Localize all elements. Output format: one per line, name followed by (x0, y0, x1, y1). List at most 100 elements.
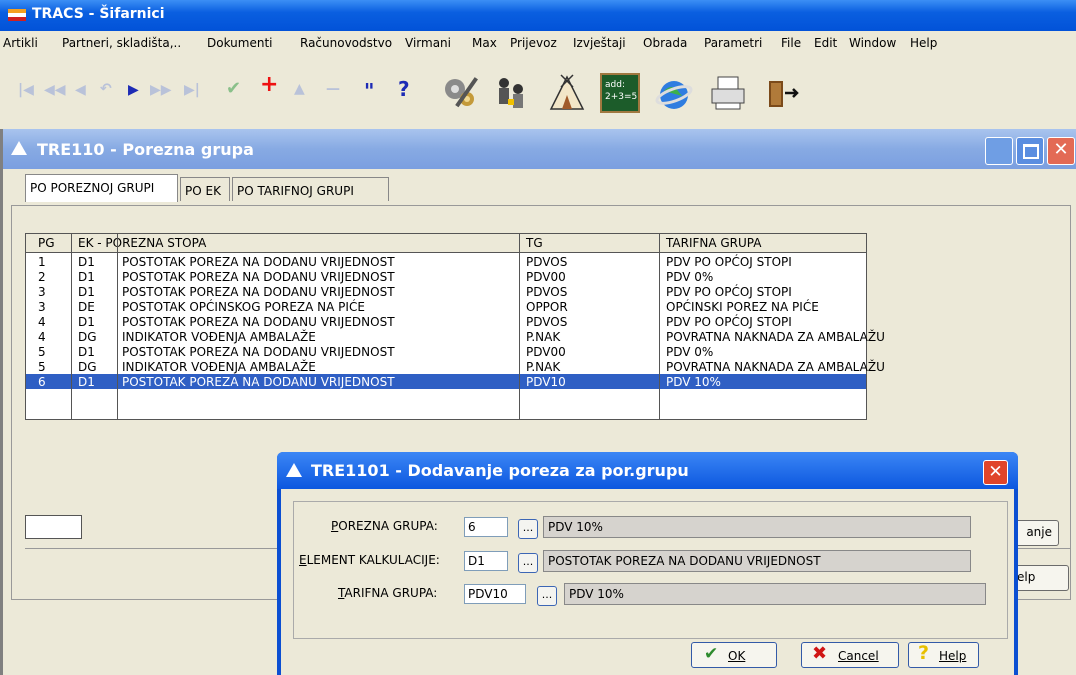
dialog-title: TRE1101 - Dodavanje poreza za por.grupu (311, 461, 689, 480)
menu-partneri[interactable]: Partneri, skladišta,.. (62, 36, 181, 50)
cell-tg: OPPOR (526, 300, 568, 314)
menu-dokumenti[interactable]: Dokumenti (207, 36, 272, 50)
porezna-grupa-desc: PDV 10% (543, 516, 971, 538)
cell-tg: PDVOS (526, 285, 568, 299)
cell-pg: 4 (38, 315, 46, 329)
element-kalkulacije-input[interactable]: D1 (464, 551, 508, 571)
menu-artikli[interactable]: Artikli (3, 36, 38, 50)
tab-po-ek[interactable]: PO EK (180, 177, 230, 201)
cell-tg: P.NAK (526, 330, 561, 344)
cell-stopa: POSTOTAK POREZA NA DODANU VRIJEDNOST (122, 375, 395, 389)
cell-tarifa: PDV PO OPĆOJ STOPI (666, 285, 792, 299)
table-row[interactable]: 4 DG INDIKATOR VOĐENJA AMBALAŽE P.NAK POVRAT… (26, 329, 885, 344)
quote-icon[interactable]: " (364, 79, 374, 103)
last-record-icon[interactable]: ▶| (184, 82, 200, 98)
col-header-ek[interactable]: EK - POREZNA STOPA (78, 236, 206, 250)
element-kalkulacije-browse-button[interactable]: ... (518, 553, 538, 573)
minimize-button[interactable] (985, 137, 1013, 165)
dialog-delta-icon (286, 463, 302, 477)
cell-pg: 2 (38, 270, 46, 284)
page-forward-icon[interactable]: ▶▶ (150, 82, 172, 98)
insert-above-icon[interactable]: ▲ (294, 81, 305, 97)
tab-po-tarifnoj-grupi[interactable]: PO TARIFNOJ GRUPI (232, 177, 389, 201)
ok-label: OK (728, 649, 746, 663)
menu-parametri[interactable]: Parametri (704, 36, 762, 50)
menu-edit[interactable]: Edit (814, 36, 837, 50)
maximize-button[interactable] (1016, 137, 1044, 165)
cell-stopa: POSTOTAK POREZA NA DODANU VRIJEDNOST (122, 285, 395, 299)
prev-record-icon[interactable]: ◀ (75, 82, 86, 98)
table-row[interactable]: 3 D1 POSTOTAK POREZA NA DODANU VRIJEDNOST P… (26, 284, 866, 299)
col-divider (519, 234, 520, 419)
globe-icon[interactable] (654, 73, 694, 113)
menu-file[interactable]: File (781, 36, 801, 50)
confirm-icon[interactable]: ✔ (226, 78, 241, 99)
app-title: TRACS - Šifarnici (32, 6, 165, 22)
cancel-button[interactable]: ✖ Cancel (801, 642, 899, 668)
menu-bar: Artikli Partneri, skladišta,.. Dokumenti… (0, 31, 1076, 55)
settings-gears-icon[interactable] (440, 73, 480, 113)
help-question-icon: ? (918, 642, 930, 664)
delete-row-icon[interactable]: — (326, 81, 340, 97)
window-titlebar: TRE110 - Porezna grupa ✕ (3, 129, 1076, 169)
close-icon[interactable]: ✕ (1047, 137, 1075, 165)
table-row[interactable]: 5 DG INDIKATOR VOĐENJA AMBALAŽE P.NAK POVRAT… (26, 359, 885, 374)
cell-tarifa: PDV 0% (666, 345, 714, 359)
help-dialog-button[interactable]: ? Help (908, 642, 979, 668)
help-button-label: elp (1017, 570, 1036, 584)
undo-icon[interactable]: ↶ (100, 81, 112, 97)
tarifna-grupa-browse-button[interactable]: ... (537, 586, 557, 606)
cell-tarifa: PDV PO OPĆOJ STOPI (666, 255, 792, 269)
app-logo-icon (8, 9, 26, 21)
dialog-titlebar: TRE1101 - Dodavanje poreza za por.grupu … (277, 452, 1018, 489)
menu-help[interactable]: Help (910, 36, 937, 50)
table-row[interactable]: 6 D1 POSTOTAK POREZA NA DODANU VRIJEDNOST P… (26, 374, 866, 389)
menu-virmani[interactable]: Virmani (405, 36, 451, 50)
cell-tg: P.NAK (526, 360, 561, 374)
next-record-icon[interactable]: ▶ (128, 82, 139, 98)
col-header-tg[interactable]: TG (526, 236, 543, 250)
cell-tarifa: OPĆINSKI POREZ NA PIĆE (666, 300, 819, 314)
porezna-grupa-input[interactable]: 6 (464, 517, 508, 537)
porezna-grupa-label: POREZNA GRUPA: (331, 519, 438, 533)
menu-max[interactable]: Max (472, 36, 497, 50)
help-question-icon[interactable]: ? (398, 77, 410, 101)
first-record-icon[interactable]: |◀ (18, 82, 34, 98)
tarifna-grupa-label: TARIFNA GRUPA: (338, 586, 437, 600)
menu-izvjestaji[interactable]: Izvještaji (573, 36, 626, 50)
col-header-tarifna[interactable]: TARIFNA GRUPA (666, 236, 761, 250)
col-divider (117, 234, 118, 419)
table-row[interactable]: 5 D1 POSTOTAK POREZA NA DODANU VRIJEDNOST P… (26, 344, 866, 359)
dodavanje-poreza-dialog: TRE1101 - Dodavanje poreza za por.grupu … (277, 452, 1018, 675)
tent-icon[interactable] (547, 73, 587, 113)
help-label: Help (939, 649, 967, 663)
menu-window[interactable]: Window (849, 36, 896, 50)
menu-prijevoz[interactable]: Prijevoz (510, 36, 557, 50)
cell-ek: DG (78, 360, 97, 374)
dialog-close-icon[interactable]: ✕ (983, 460, 1008, 485)
cell-tarifa: POVRATNA NAKNADA ZA AMBALAŽU (666, 330, 885, 344)
add-icon[interactable]: + (260, 72, 278, 97)
calc-board-text: add: 2+3=5 (605, 80, 638, 102)
table-row[interactable]: 1 D1 POSTOTAK POREZA NA DODANU VRIJEDNOST P… (26, 254, 866, 269)
printer-icon[interactable] (708, 73, 748, 113)
cancel-label: Cancel (838, 649, 879, 663)
exit-door-icon[interactable] (763, 73, 803, 113)
page-back-icon[interactable]: ◀◀ (44, 82, 66, 98)
cell-pg: 1 (38, 255, 46, 269)
menu-racunovodstvo[interactable]: Računovodstvo (300, 36, 392, 50)
menu-obrada[interactable]: Obrada (643, 36, 687, 50)
porezna-grupa-browse-button[interactable]: ... (518, 519, 538, 539)
col-header-pg[interactable]: PG (38, 236, 55, 250)
cell-tg: PDV00 (526, 345, 566, 359)
calculator-board-icon[interactable]: add: 2+3=5 (600, 73, 640, 113)
table-row[interactable]: 2 D1 POSTOTAK POREZA NA DODANU VRIJEDNOST P… (26, 269, 866, 284)
search-input[interactable] (25, 515, 82, 539)
porezna-grupa-grid[interactable]: PG EK - POREZNA STOPA TG TARIFNA GRUPA 1… (25, 233, 885, 420)
ok-button[interactable]: ✔ OK (691, 642, 777, 668)
tab-po-poreznoj-grupi[interactable]: PO POREZNOJ GRUPI (25, 174, 178, 202)
tarifna-grupa-input[interactable]: PDV10 (464, 584, 526, 604)
table-row[interactable]: 4 D1 POSTOTAK POREZA NA DODANU VRIJEDNOST P… (26, 314, 866, 329)
users-icon[interactable] (492, 73, 532, 113)
table-row[interactable]: 3 DE POSTOTAK OPĆINSKOG POREZA NA PIĆE OPPO… (26, 299, 866, 314)
